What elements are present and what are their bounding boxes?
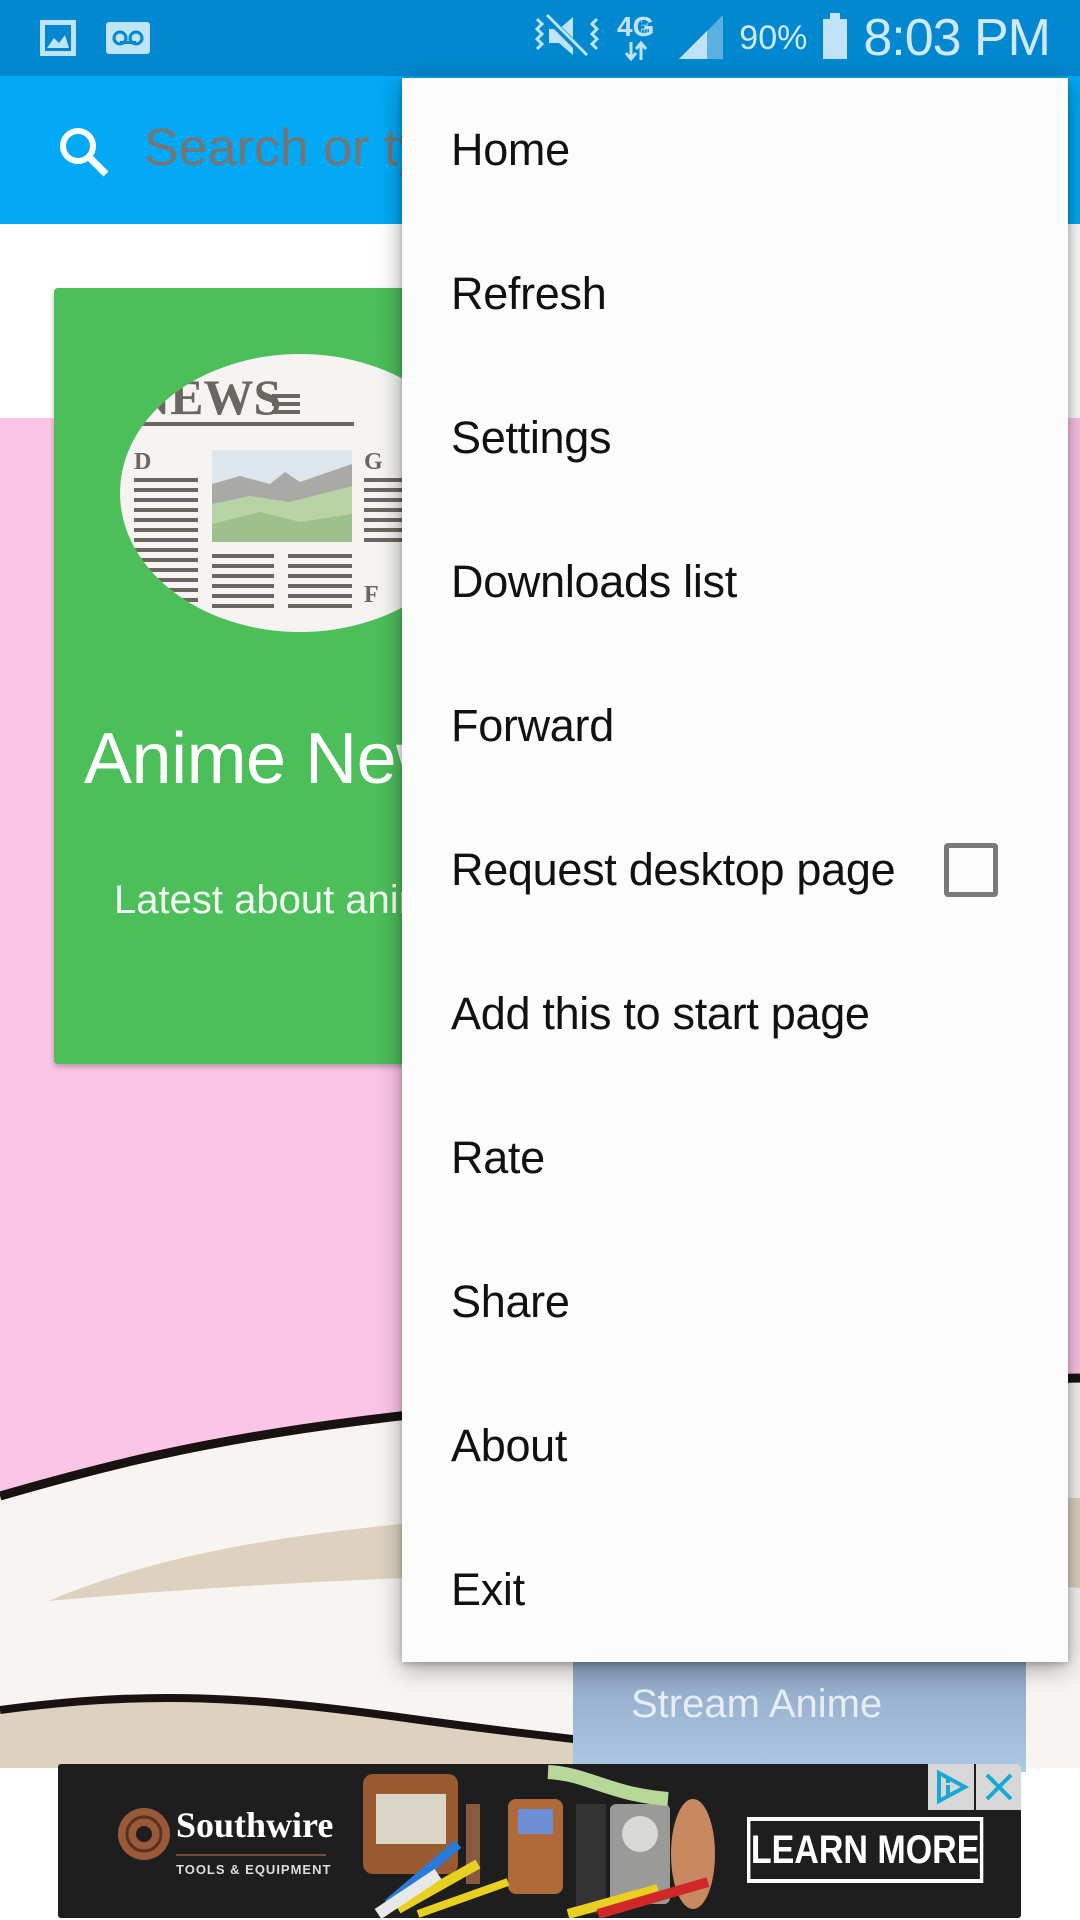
battery-icon [821,11,849,66]
menu-item-exit[interactable]: Exit [402,1518,1068,1662]
ad-product-image [363,1765,715,1918]
close-icon[interactable] [976,1764,1021,1810]
menu-item-share[interactable]: Share [402,1230,1068,1374]
menu-item-home[interactable]: Home [402,78,1068,222]
menu-item-label: Request desktop page [451,844,896,895]
vibrate-mute-icon [531,11,603,66]
ad-divider [176,1854,326,1856]
menu-item-label: Settings [451,412,612,463]
menu-item-settings[interactable]: Settings [402,366,1068,510]
menu-item-label: Add this to start page [451,988,870,1039]
menu-item-about[interactable]: About [402,1374,1068,1518]
signal-icon [677,11,725,66]
menu-item-forward[interactable]: Forward [402,654,1068,798]
battery-percent: 90% [739,18,808,57]
4g-lte-icon: 4G LTE [617,8,663,69]
menu-item-label: About [451,1420,568,1471]
stream-card-title: Stream Anime [631,1682,883,1726]
stream-anime-card[interactable]: Stream Anime [573,1662,1026,1772]
adchoices-icon[interactable] [928,1764,974,1810]
menu-item-request-desktop-page[interactable]: Request desktop page [402,798,1068,942]
menu-item-label: Rate [451,1132,545,1183]
ad-tagline: TOOLS & EQUIPMENT [176,1862,332,1877]
ad-learn-more-button[interactable]: LEARN MORE [747,1817,984,1883]
menu-item-downloads-list[interactable]: Downloads list [402,510,1068,654]
menu-item-refresh[interactable]: Refresh [402,222,1068,366]
clock: 8:03 PM [863,9,1051,67]
menu-item-add-to-start-page[interactable]: Add this to start page [402,942,1068,1086]
svg-text:G: G [364,449,383,475]
ad-brand: Southwire [176,1805,334,1845]
voicemail-icon [106,22,150,59]
menu-item-label: Refresh [451,268,607,319]
menu-item-label: Exit [451,1564,525,1615]
overflow-menu: Home Refresh Settings Downloads list For… [402,78,1068,1662]
svg-text:F: F [364,582,379,608]
ad-banner[interactable]: Southwire TOOLS & EQUIPMENT LEARN MORE [58,1764,1021,1918]
southwire-logo-icon [116,1806,172,1867]
menu-item-label: Forward [451,700,614,751]
search-icon[interactable] [56,124,112,185]
svg-text:NEWS: NEWS [134,369,281,425]
gallery-icon [38,18,78,63]
menu-item-label: Downloads list [451,556,737,607]
menu-item-label: Home [451,124,570,175]
menu-item-rate[interactable]: Rate [402,1086,1068,1230]
svg-text:LTE: LTE [639,18,649,34]
status-bar: 4G LTE 90% 8:03 PM [0,0,1080,76]
menu-item-label: Share [451,1276,570,1327]
svg-text:D: D [134,449,151,475]
request-desktop-checkbox[interactable] [944,843,998,897]
